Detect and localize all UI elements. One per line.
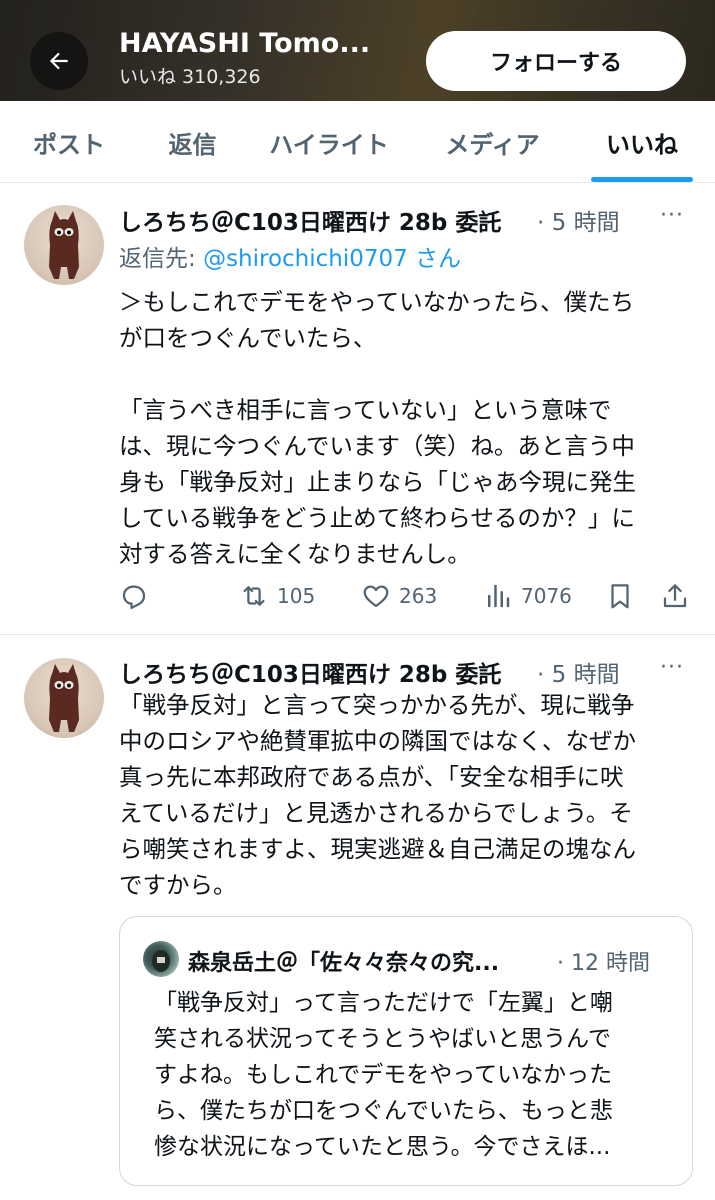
portrait-icon [152, 950, 170, 972]
tab-posts[interactable]: ポスト [18, 101, 120, 183]
quoted-text: 「戦争反対」って言っただけで「左翼」と嘲 笑される状況ってそうとうやばいと思うん… [154, 990, 613, 1160]
tab-likes[interactable]: いいね [591, 101, 693, 183]
arrow-left-icon [49, 52, 68, 70]
share-icon [663, 584, 687, 608]
active-tab-indicator [591, 177, 693, 182]
bookmark-icon [611, 584, 629, 609]
avatar[interactable] [24, 658, 104, 738]
view-count: 7076 [521, 584, 572, 608]
reply-icon [122, 585, 146, 609]
likes-count: いいね 310,326 [119, 66, 261, 88]
quoted-author-avatar[interactable] [143, 941, 179, 977]
reply-button[interactable] [119, 576, 149, 616]
share-button[interactable] [660, 576, 690, 616]
bookmark-button[interactable] [605, 576, 635, 616]
reply-to-handle[interactable]: @shirochichi0707 さん [203, 246, 461, 272]
quoted-post[interactable]: 森泉岳土＠「佐々々奈々の究... · 12 時間 「戦争反対」って言っただけで「… [119, 916, 693, 1186]
like-button[interactable]: 263 [361, 576, 437, 616]
post-text: ＞もしこれでデモをやっていなかったら、僕たち が口をつぐんでいたら、 「言うべき… [119, 288, 636, 568]
views-button[interactable]: 7076 [483, 576, 572, 616]
tab-replies[interactable]: 返信 [145, 101, 240, 183]
profile-name: HAYASHI Tomo... [119, 28, 371, 59]
post[interactable]: しろちち＠C103日曜西け 28b 委託 · 5 時間 ··· 返信先: @sh… [0, 183, 715, 633]
tab-media[interactable]: メディア [430, 101, 555, 183]
character-figure-icon [49, 211, 79, 279]
post-timestamp[interactable]: · 5 時間 [537, 655, 620, 689]
profile-header: HAYASHI Tomo... いいね 310,326 フォローする [0, 0, 715, 101]
reply-to-label: 返信先: [119, 246, 204, 272]
post-timestamp[interactable]: · 5 時間 [537, 203, 620, 237]
more-options-icon[interactable]: ··· [660, 655, 684, 680]
tab-highlights[interactable]: ハイライト [258, 101, 400, 183]
post-text: 「戦争反対」と言って突っかかる先が、現に戦争 中のロシアや絶賛軍拡中の隣国ではな… [119, 691, 636, 899]
reply-to-line: 返信先: @shirochichi0707 さん [119, 239, 461, 273]
more-options-icon[interactable]: ··· [660, 203, 684, 228]
back-button[interactable] [30, 32, 88, 90]
like-count: 263 [399, 584, 438, 608]
follow-button[interactable]: フォローする [426, 31, 686, 91]
post-author[interactable]: しろちち＠C103日曜西け 28b 委託 [119, 655, 501, 689]
quoted-timestamp[interactable]: · 12 時間 [557, 945, 650, 977]
analytics-icon [488, 584, 510, 608]
quoted-author[interactable]: 森泉岳土＠「佐々々奈々の究... [188, 945, 499, 977]
post-actions: 105 263 7076 [119, 576, 699, 616]
post-author[interactable]: しろちち＠C103日曜西け 28b 委託 [119, 203, 501, 237]
avatar[interactable] [24, 205, 104, 285]
profile-tabs: ポスト 返信 ハイライト メディア いいね [0, 101, 715, 183]
heart-icon [363, 585, 389, 608]
repost-count: 105 [277, 584, 316, 608]
repost-button[interactable]: 105 [239, 576, 315, 616]
repost-icon [243, 586, 265, 606]
character-figure-icon [49, 664, 79, 732]
